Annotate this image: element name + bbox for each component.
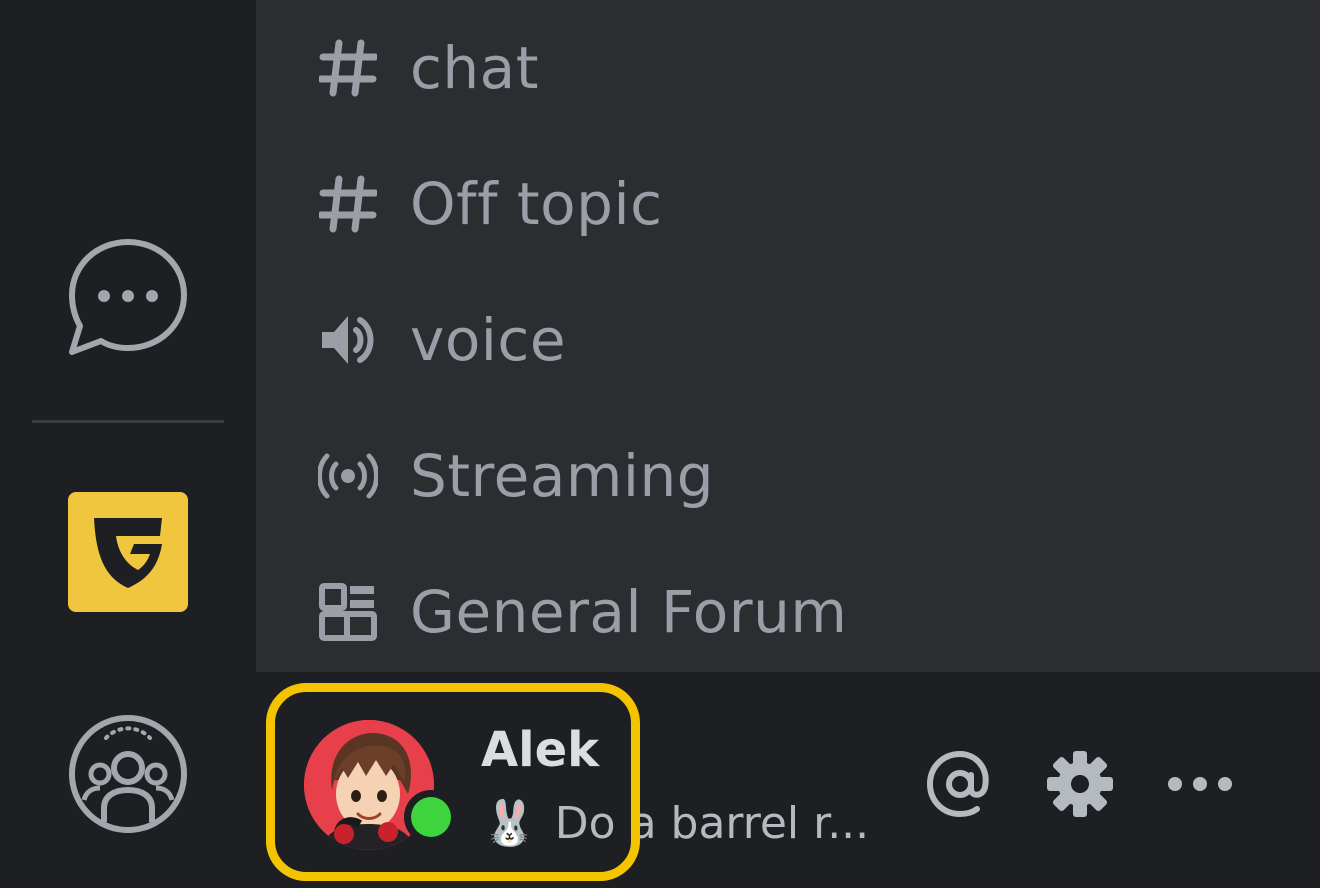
rail-divider (32, 420, 224, 423)
forum-icon (318, 582, 378, 642)
channel-voice[interactable]: voice (318, 300, 566, 380)
channel-label: General Forum (410, 578, 848, 646)
channel-chat[interactable]: chat (318, 28, 539, 108)
server-icon-guilded[interactable] (68, 492, 188, 612)
settings-button[interactable] (1042, 748, 1118, 824)
hash-icon (318, 174, 378, 234)
channel-label: chat (410, 34, 539, 102)
direct-messages-button[interactable] (68, 239, 188, 360)
user-panel-highlight (266, 683, 640, 881)
speaker-icon (318, 310, 378, 370)
ellipsis-icon (1165, 774, 1235, 798)
channel-label: voice (410, 306, 566, 374)
broadcast-icon (318, 446, 378, 506)
more-options-button[interactable] (1162, 748, 1238, 824)
channel-off-topic[interactable]: Off topic (318, 164, 662, 244)
channel-general-forum[interactable]: General Forum (318, 572, 847, 652)
gear-icon (1045, 749, 1115, 823)
friends-group-icon (66, 712, 190, 840)
at-icon (925, 749, 995, 823)
mentions-button[interactable] (922, 748, 998, 824)
hash-icon (318, 38, 378, 98)
channel-streaming[interactable]: Streaming (318, 436, 714, 516)
channel-label: Streaming (410, 442, 715, 510)
friends-button[interactable] (68, 715, 188, 836)
chat-bubble-icon (66, 236, 190, 364)
guilded-logo-icon (88, 510, 168, 594)
channel-label: Off topic (410, 170, 663, 238)
